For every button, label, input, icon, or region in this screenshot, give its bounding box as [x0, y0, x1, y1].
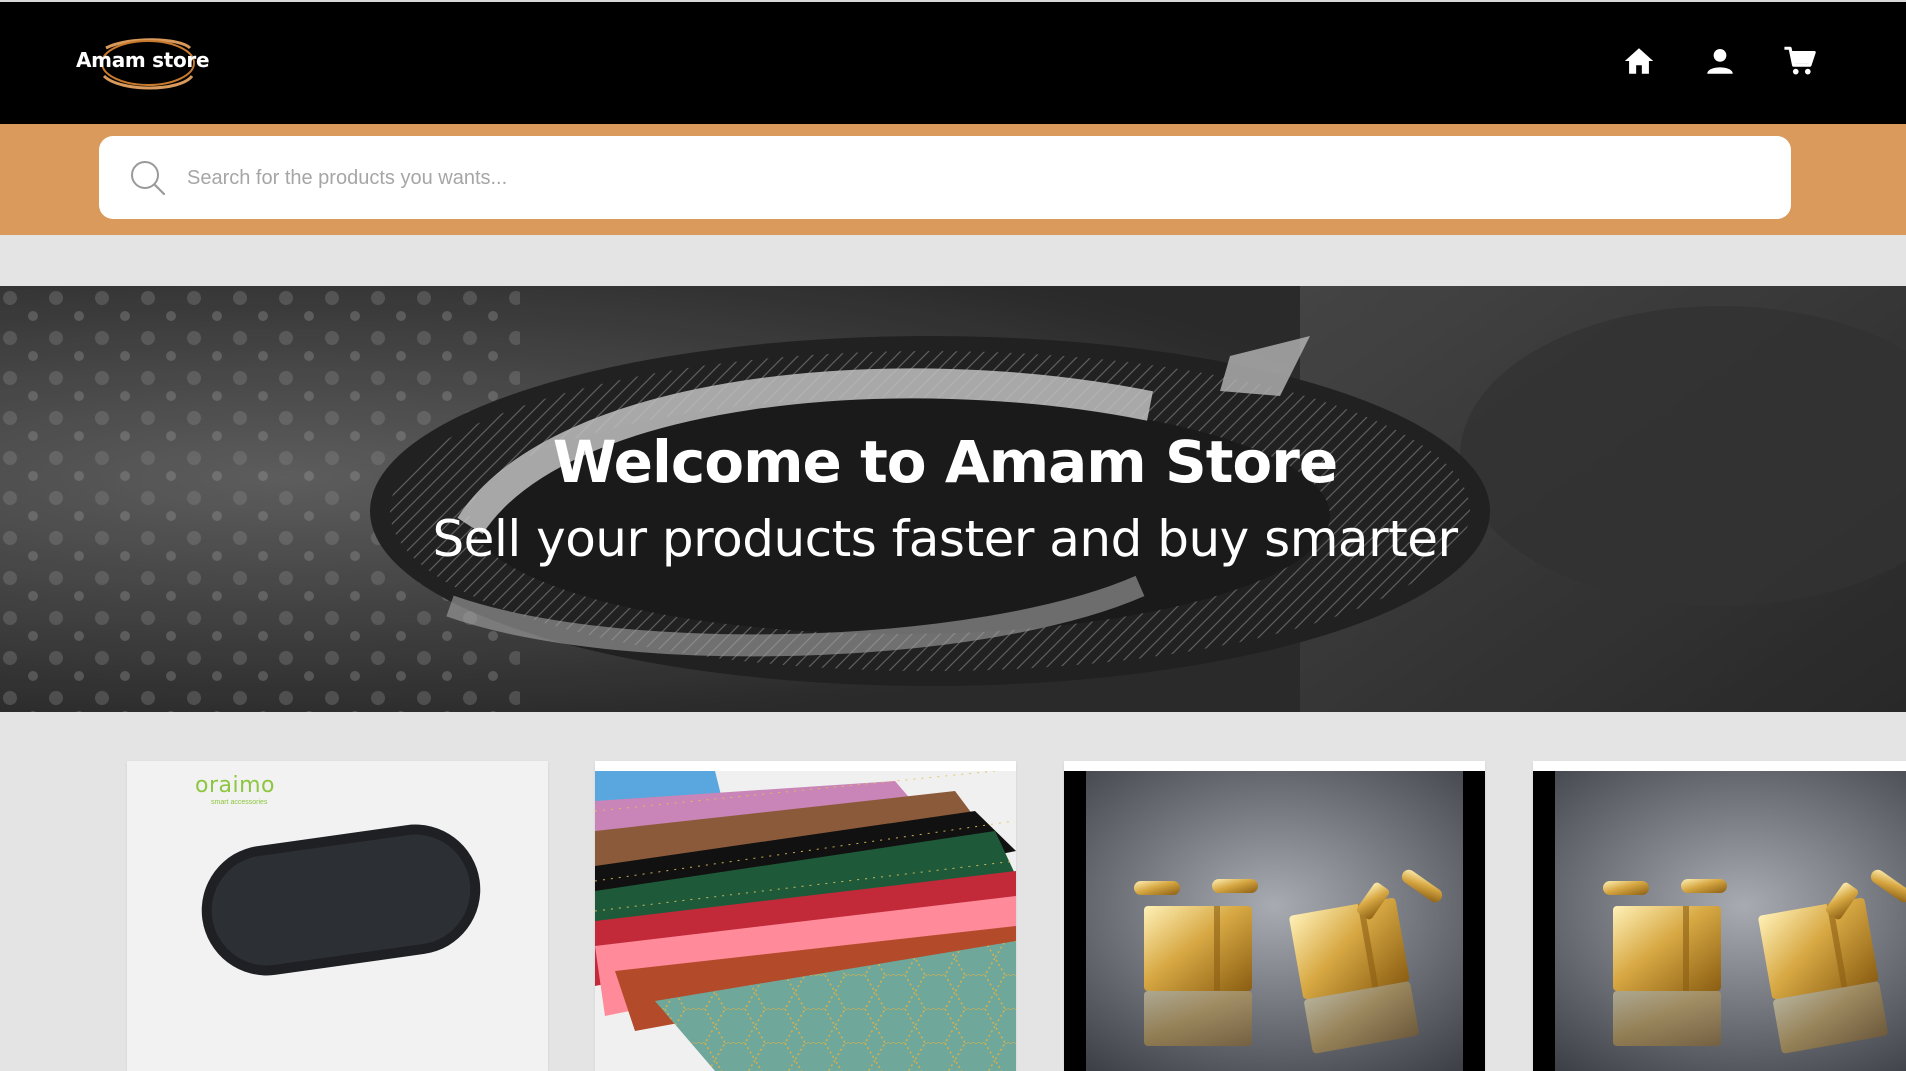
cart-icon[interactable] — [1783, 44, 1817, 78]
speaker-image — [127, 761, 548, 1071]
search-box[interactable] — [99, 136, 1791, 219]
product-card[interactable] — [595, 761, 1016, 1071]
fabric-stack-image — [595, 771, 1016, 1071]
search-bar-section — [0, 124, 1906, 235]
brand-tagline: smart accessories — [211, 799, 268, 806]
product-image[interactable] — [595, 771, 1016, 1071]
product-card[interactable] — [1064, 761, 1485, 1071]
hero-background-image — [0, 286, 1906, 712]
user-icon[interactable] — [1703, 44, 1737, 78]
logo-text: Amam store — [76, 48, 210, 72]
home-icon[interactable] — [1622, 44, 1656, 78]
hero-title: Welcome to Amam Store — [552, 428, 1338, 496]
hero-banner: Welcome to Amam Store Sell your products… — [0, 286, 1906, 712]
product-card[interactable] — [1533, 761, 1906, 1071]
search-input[interactable] — [187, 154, 1747, 202]
navbar: Amam store — [0, 2, 1906, 124]
hero-subtitle: Sell your products faster and buy smarte… — [432, 510, 1458, 568]
logo[interactable]: Amam store — [70, 34, 222, 92]
product-image[interactable] — [1064, 771, 1485, 1071]
product-image[interactable]: oraimo smart accessories — [127, 761, 548, 1071]
product-image[interactable] — [1533, 771, 1906, 1071]
search-icon[interactable] — [129, 159, 167, 197]
product-card[interactable]: oraimo smart accessories — [127, 761, 548, 1071]
gold-cufflinks-image — [1064, 771, 1485, 1071]
brand-logo-text: oraimo — [195, 773, 275, 798]
gold-cufflinks-image — [1533, 771, 1906, 1071]
